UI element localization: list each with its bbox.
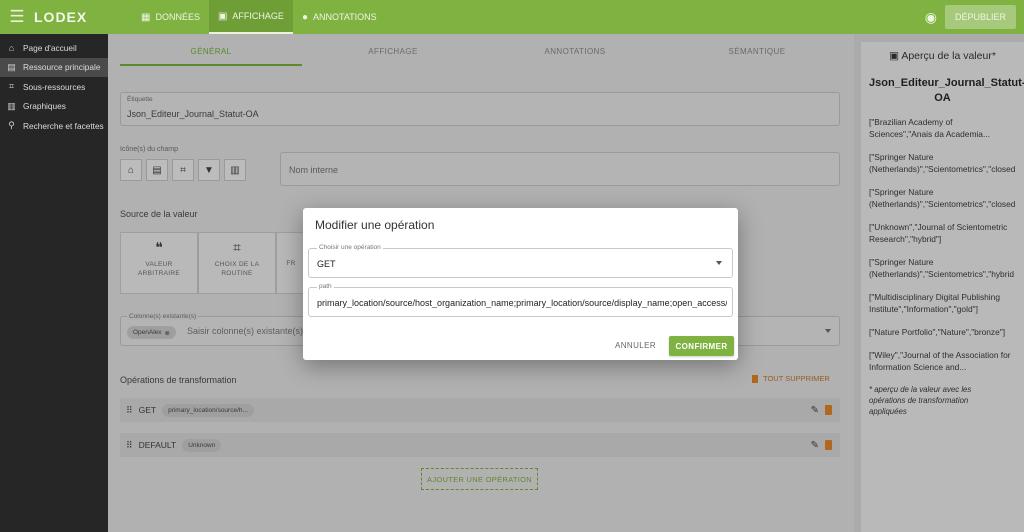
value-source-card-3[interactable]: . FR	[276, 232, 306, 294]
preview-item: ["Springer Nature (Netherlands)","Sciento…	[869, 152, 1016, 174]
unpublish-button[interactable]: DÉPUBLIER	[944, 5, 1016, 29]
subresource-icon[interactable]: ⌗	[172, 159, 194, 181]
top-bar: ☰ LODEX ▦ DONNÉES ▣ AFFICHAGE ● ANNOTATI…	[0, 0, 1024, 34]
icons-label: Icône(s) du champ	[120, 146, 178, 153]
tab-semantic[interactable]: SÉMANTIQUE	[666, 42, 848, 66]
dialog-title: Modifier une opération	[315, 218, 435, 232]
tab-display[interactable]: AFFICHAGE	[302, 42, 484, 66]
internal-name-input[interactable]: Nom interne	[280, 152, 840, 186]
table-icon: ▦	[141, 11, 151, 23]
preview-item: ["Unknown","Journal of Scientometric Rese…	[869, 222, 1008, 244]
operations-title: Opérations de transformation	[120, 375, 237, 385]
delete-all-button[interactable]: TOUT SUPPRIMER	[752, 374, 830, 383]
chevron-down-icon[interactable]	[825, 329, 831, 333]
trash-icon[interactable]	[825, 404, 832, 415]
remove-chip-icon[interactable]: ⊗	[165, 329, 170, 337]
tab-general[interactable]: GÉNÉRAL	[120, 42, 302, 66]
preview-heading: ▣ Aperçu de la valeur*	[889, 50, 996, 62]
label-field[interactable]: Étiquette Json_Editeur_Journal_Statut-OA	[120, 92, 840, 126]
document-icon[interactable]: ▤	[146, 159, 168, 181]
home-icon[interactable]: ⌂	[120, 159, 142, 181]
column-chip[interactable]: OpenAlex ⊗	[127, 326, 176, 339]
sidebar-item-main-resource[interactable]: ▤ Ressource principale	[0, 57, 108, 77]
trash-icon[interactable]	[825, 439, 832, 450]
value-preview-panel: ▣ Aperçu de la valeur* Json_Editeur_Jour…	[861, 42, 1024, 532]
eye-icon[interactable]: ◉	[925, 9, 937, 26]
document-icon: ▤	[7, 61, 16, 72]
operation-chip: primary_location/source/h...	[162, 403, 254, 417]
sidebar: ⌂ Page d'accueil ▤ Ressource principale …	[0, 34, 108, 532]
comment-icon: ●	[301, 11, 308, 23]
cancel-button[interactable]: ANNULER	[615, 341, 656, 350]
preview-item: ["Nature Portfolio","Nature","bronze"]	[869, 327, 1006, 337]
sidebar-item-subresources[interactable]: ⌗ Sous-ressources	[0, 77, 108, 97]
preview-title: Json_Editeur_Journal_Statut- OA	[869, 77, 1024, 104]
sidebar-item-home[interactable]: ⌂ Page d'accueil	[0, 38, 108, 58]
operation-chip: Unknown	[182, 438, 222, 452]
edit-operation-dialog: Modifier une opération Choisir une opéra…	[303, 208, 738, 360]
chevron-down-icon[interactable]	[716, 261, 722, 265]
search-list-icon: ⚲	[8, 120, 15, 131]
subtabs: GÉNÉRAL AFFICHAGE ANNOTATIONS SÉMANTIQUE	[120, 42, 848, 66]
operation-row-get[interactable]: ⠿ GET primary_location/source/h... ✎	[120, 398, 840, 422]
subresource-icon: ⌗	[8, 81, 15, 92]
edit-icon[interactable]: ✎	[811, 440, 819, 451]
display-icon: ▣	[217, 10, 228, 22]
add-operation-button[interactable]: AJOUTER UNE OPÉRATION	[421, 468, 538, 490]
trash-icon	[752, 374, 758, 383]
tab-affichage[interactable]: ▣ AFFICHAGE	[208, 0, 293, 34]
operation-row-default[interactable]: ⠿ DEFAULT Unknown ✎	[120, 433, 840, 457]
bar-chart-icon: ▥	[7, 100, 16, 111]
tab-donnees[interactable]: ▦ DONNÉES	[132, 0, 209, 34]
path-input[interactable]: path primary_location/source/host_organi…	[308, 283, 733, 317]
edit-icon[interactable]: ✎	[811, 405, 819, 416]
drag-handle-icon[interactable]: ⠿	[126, 405, 133, 416]
tab-annotations-settings[interactable]: ANNOTATIONS	[484, 42, 666, 66]
arbitrary-value-card[interactable]: ❝ VALEUR ARBITRAIRE	[120, 232, 198, 294]
preview-item: ["Brazilian Academy of Sciences","Anais d…	[869, 117, 990, 139]
preview-item: ["Springer Nature (Netherlands)","Sciento…	[869, 187, 1016, 209]
quote-icon: ❝	[155, 239, 163, 255]
filter-icon[interactable]: ▼	[198, 159, 220, 181]
app-logo[interactable]: LODEX	[34, 9, 122, 25]
drag-handle-icon[interactable]: ⠿	[126, 440, 133, 451]
sidebar-item-charts[interactable]: ▥ Graphiques	[0, 97, 108, 117]
operation-select[interactable]: Choisir une opération GET	[308, 244, 733, 278]
routine-choice-card[interactable]: ⌗ CHOIX DE LA ROUTINE	[198, 232, 276, 294]
preview-item: ["Wiley","Journal of the Association for…	[869, 350, 1011, 372]
value-source-title: Source de la valeur	[120, 209, 198, 219]
menu-icon[interactable]: ☰	[0, 0, 34, 34]
routine-icon: ⌗	[233, 239, 241, 255]
bar-chart-icon[interactable]: ▥	[224, 159, 246, 181]
tab-annotations[interactable]: ● ANNOTATIONS	[293, 0, 386, 34]
preview-item: ["Springer Nature (Netherlands)","Sciento…	[869, 257, 1015, 279]
sidebar-item-search-facets[interactable]: ⚲ Recherche et facettes	[0, 116, 108, 136]
home-icon: ⌂	[8, 42, 15, 53]
confirm-button[interactable]: CONFIRMER	[669, 336, 734, 356]
preview-note: * aperçu de la valeur avec les opérations…	[869, 385, 972, 416]
preview-item: ["Multidisciplinary Digital Publishing In…	[869, 292, 1000, 314]
preview-icon: ▣	[889, 50, 899, 62]
